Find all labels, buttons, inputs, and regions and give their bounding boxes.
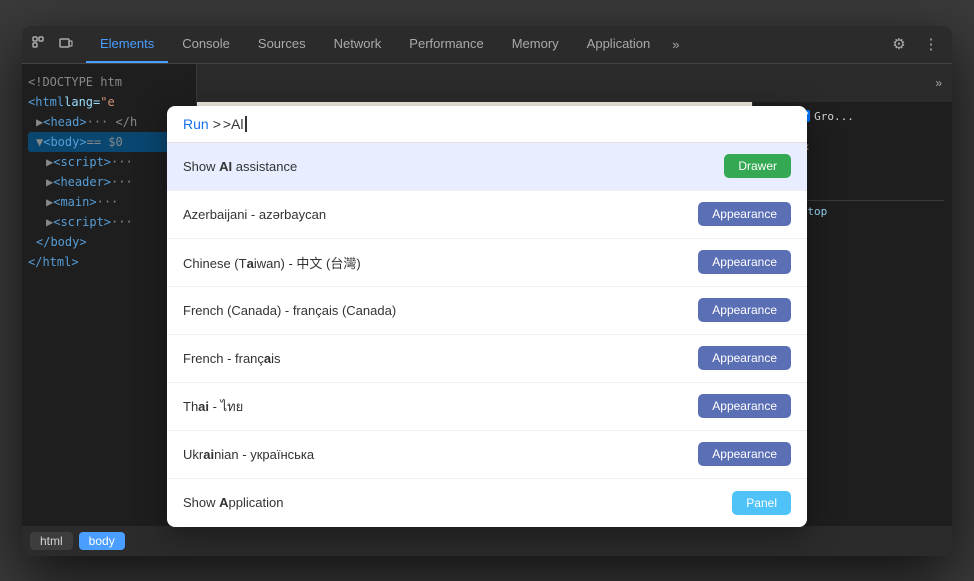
command-input-area: Run > >Al	[167, 106, 807, 143]
command-row-thai[interactable]: Thai - ไทยAppearance	[167, 383, 807, 431]
main-content: <!DOCTYPE htm <html lang= "e ▶ <head> ··…	[22, 64, 952, 526]
command-row-label-french: French - français	[183, 351, 698, 366]
command-row-label-french-canada: French (Canada) - français (Canada)	[183, 303, 698, 318]
bottom-bar: html body	[22, 526, 952, 556]
tree-line[interactable]: ▶ <script> ···	[28, 152, 190, 172]
tree-line[interactable]: ▶ <head> ··· </h	[28, 112, 190, 132]
tree-line[interactable]: <html lang= "e	[28, 92, 190, 112]
tab-application[interactable]: Application	[573, 26, 665, 64]
tab-bar-icons	[30, 34, 76, 54]
command-row-button-show-application[interactable]: Panel	[732, 491, 791, 515]
tree-line-body[interactable]: ▼ <body> == $0	[28, 132, 190, 152]
tab-memory[interactable]: Memory	[498, 26, 573, 64]
command-palette: Run > >Al Show AI assistanceDrawerAzerba…	[167, 106, 807, 526]
settings-icon[interactable]: ⚙	[886, 31, 912, 57]
command-row-ukrainian[interactable]: Ukrainian - українськаAppearance	[167, 431, 807, 479]
breadcrumb-body[interactable]: body	[79, 532, 125, 550]
command-row-button-thai[interactable]: Appearance	[698, 394, 791, 418]
tab-overflow-button[interactable]: »	[664, 37, 687, 52]
command-row-label-azerbaijani: Azerbaijani - azərbaycan	[183, 207, 698, 222]
tree-line[interactable]: ▶ <header> ···	[28, 172, 190, 192]
command-row-show-application[interactable]: Show ApplicationPanel	[167, 479, 807, 526]
command-query: >Al	[223, 116, 244, 132]
command-row-label-thai: Thai - ไทย	[183, 396, 698, 417]
command-row-button-french[interactable]: Appearance	[698, 346, 791, 370]
tab-bar-right: ⚙ ⋮	[886, 31, 944, 57]
tab-elements[interactable]: Elements	[86, 26, 168, 64]
command-row-label-show-application: Show Application	[183, 495, 732, 510]
command-row-chinese-taiwan[interactable]: Chinese (Taiwan) - 中文 (台灣)Appearance	[167, 239, 807, 287]
cursor-icon[interactable]	[30, 34, 50, 54]
tab-sources[interactable]: Sources	[244, 26, 320, 64]
tab-bar: Elements Console Sources Network Perform…	[22, 26, 952, 64]
tab-network[interactable]: Network	[320, 26, 396, 64]
command-row-button-ukrainian[interactable]: Appearance	[698, 442, 791, 466]
command-row-show-ai[interactable]: Show AI assistanceDrawer	[167, 143, 807, 191]
device-icon[interactable]	[56, 34, 76, 54]
text-cursor	[245, 116, 247, 132]
devtools-window: Elements Console Sources Network Perform…	[22, 26, 952, 556]
tree-line[interactable]: ▶ <script> ···	[28, 212, 190, 232]
run-label: Run	[183, 116, 209, 132]
breadcrumb-html[interactable]: html	[30, 532, 73, 550]
command-row-label-chinese-taiwan: Chinese (Taiwan) - 中文 (台灣)	[183, 253, 698, 272]
tab-console[interactable]: Console	[168, 26, 244, 64]
command-row-french-canada[interactable]: French (Canada) - français (Canada)Appea…	[167, 287, 807, 335]
command-row-button-show-ai[interactable]: Drawer	[724, 154, 791, 178]
command-row-label-show-ai: Show AI assistance	[183, 159, 724, 174]
right-panel-top: »	[197, 64, 952, 102]
command-row-button-azerbaijani[interactable]: Appearance	[698, 202, 791, 226]
command-row-button-chinese-taiwan[interactable]: Appearance	[698, 250, 791, 274]
tree-line[interactable]: </html>	[28, 252, 190, 272]
chevron-right-icon[interactable]: »	[935, 76, 942, 90]
tree-line[interactable]: </body>	[28, 232, 190, 252]
tree-line: <!DOCTYPE htm	[28, 72, 190, 92]
tree-line[interactable]: ▶ <main> ···	[28, 192, 190, 212]
command-results: Show AI assistanceDrawerAzerbaijani - az…	[167, 143, 807, 526]
more-options-icon[interactable]: ⋮	[918, 31, 944, 57]
tab-performance[interactable]: Performance	[395, 26, 497, 64]
command-row-label-ukrainian: Ukrainian - українська	[183, 447, 698, 462]
command-row-azerbaijani[interactable]: Azerbaijani - azərbaycanAppearance	[167, 191, 807, 239]
command-row-french[interactable]: French - françaisAppearance	[167, 335, 807, 383]
command-row-button-french-canada[interactable]: Appearance	[698, 298, 791, 322]
